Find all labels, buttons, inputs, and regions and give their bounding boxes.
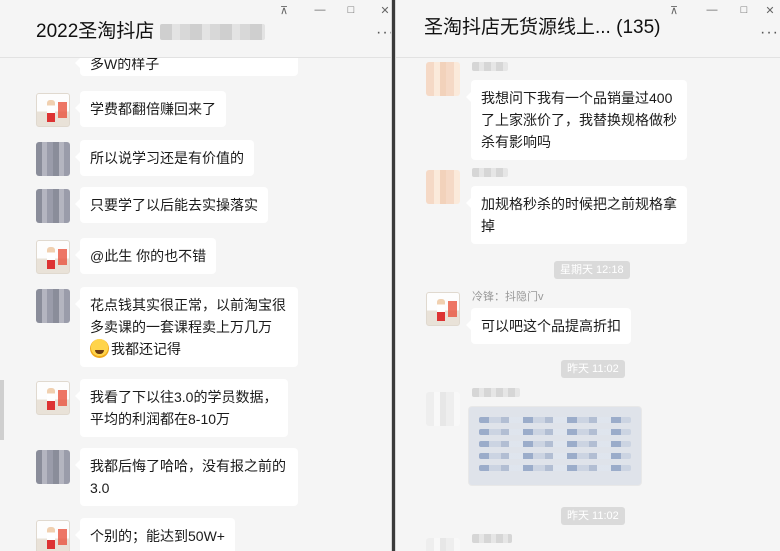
laughing-emoji-icon [90,339,109,358]
more-options-icon[interactable]: ··· [376,24,391,42]
more-options-icon[interactable]: ··· [760,24,779,42]
chat-title: 2022圣淘抖店 [36,16,266,43]
avatar[interactable] [36,189,70,223]
message-bubble[interactable]: 我看了下以往3.0的学员数据， 平均的利润都在8-10万 [75,379,288,437]
maximize-button[interactable]: □ [734,4,754,16]
avatar[interactable] [36,142,70,176]
chat-window-left: 2022圣淘抖店 ⊼ — □ ✕ ··· 多W的样子 学费都翻倍赚回来了 所以说… [0,0,392,551]
timestamp: 星期天 12:18 [554,261,630,279]
avatar[interactable] [36,240,70,274]
avatar[interactable] [36,93,70,127]
message-bubble[interactable]: 可以吧这个品提高折扣 [466,308,631,344]
message-list[interactable]: 我想问下我有一个品销量过400 了上家涨价了，我替换规格做秒 杀有影响吗 加规格… [396,58,780,551]
message-bubble[interactable]: @此生 你的也不错 [74,238,217,274]
close-button[interactable]: ✕ [760,4,780,17]
message-bubble[interactable]: 花点钱其实很正常，以前淘宝很 多卖课的一套课程卖上万几万 我都还记得 [75,287,298,367]
avatar[interactable] [426,392,460,426]
chat-title: 圣淘抖店无货源线上... (135) [424,17,661,38]
message-bubble[interactable]: 所以说学习还是有价值的 [75,140,254,176]
timestamp: 昨天 11:02 [561,360,625,378]
pin-icon[interactable]: ⊼ [274,4,294,17]
minimize-button[interactable]: — [702,4,722,16]
message-bubble[interactable]: 个别的；能达到50W+ [75,518,235,551]
avatar[interactable] [426,538,460,551]
avatar[interactable] [426,170,460,204]
redacted-sender-name [472,168,508,177]
timestamp: 昨天 11:02 [561,507,625,525]
message-bubble[interactable]: 我都后悔了哈哈，没有报之前的 3.0 [75,448,298,506]
avatar[interactable] [36,520,70,551]
message-bubble[interactable]: 加规格秒杀的时候把之前规格拿 掉 [466,186,687,244]
avatar[interactable] [426,62,460,96]
close-button[interactable]: ✕ [375,4,391,17]
pin-icon[interactable]: ⊼ [664,4,684,17]
title-bar: 圣淘抖店无货源线上... (135) ⊼ — □ ✕ ··· [396,0,780,58]
title-bar: 2022圣淘抖店 ⊼ — □ ✕ ··· [0,0,391,58]
minimize-button[interactable]: — [310,4,330,16]
avatar[interactable] [426,292,460,326]
redacted-sender-name [472,388,520,397]
chat-window-right: 圣淘抖店无货源线上... (135) ⊼ — □ ✕ ··· 我想问下我有一个品… [395,0,780,551]
redacted-sender-name [472,534,512,543]
message-bubble[interactable]: 学费都翻倍赚回来了 [75,91,226,127]
scrollbar[interactable] [0,380,4,440]
message-bubble[interactable]: 我想问下我有一个品销量过400 了上家涨价了，我替换规格做秒 杀有影响吗 [466,80,687,160]
maximize-button[interactable]: □ [341,4,361,16]
avatar[interactable] [36,289,70,323]
avatar[interactable] [36,381,70,415]
redacted-sender-name [472,62,508,71]
message-bubble[interactable]: 只要学了以后能去实操落实 [75,187,268,223]
sender-name: 冷锋：抖隐门v [472,291,544,303]
message-list[interactable]: 多W的样子 学费都翻倍赚回来了 所以说学习还是有价值的 只要学了以后能去实操落实… [0,58,391,551]
avatar[interactable] [36,450,70,484]
message-bubble[interactable]: 多W的样子 [75,58,298,76]
redacted-title-part [160,23,266,40]
image-message[interactable] [468,406,642,486]
